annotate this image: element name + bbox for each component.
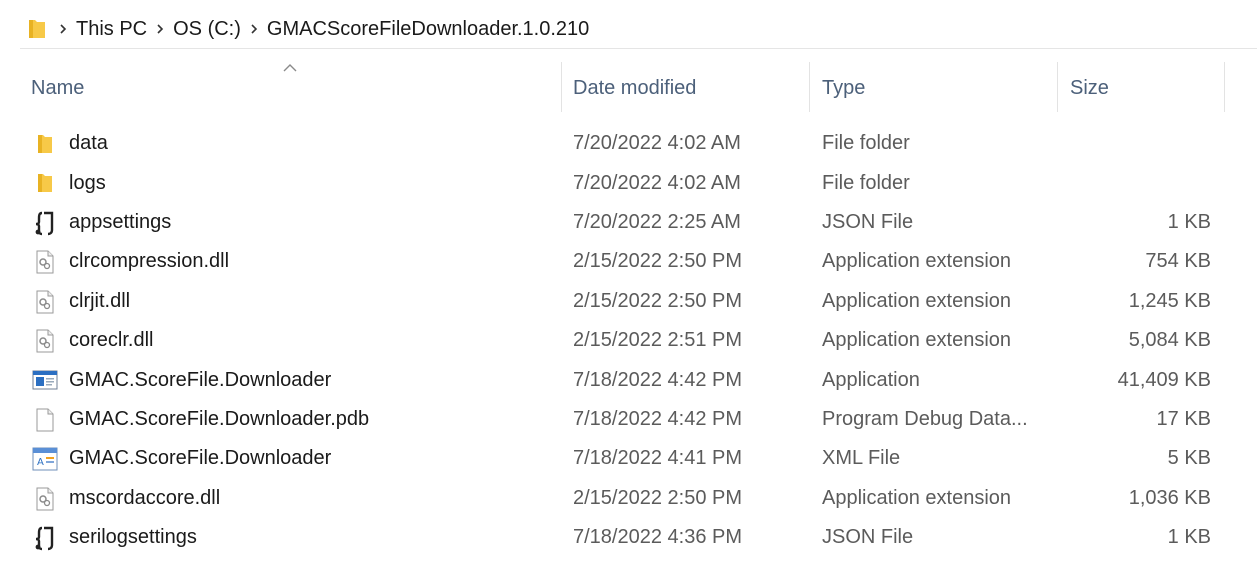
breadcrumb-current-folder[interactable]: GMACScoreFileDownloader.1.0.210 xyxy=(267,18,589,41)
dll-file-icon xyxy=(32,248,58,276)
file-date-modified: 7/18/2022 4:42 PM xyxy=(573,407,743,430)
column-header-row: Name Date modified Type Size xyxy=(20,60,1257,116)
file-size: 1 KB xyxy=(1167,210,1211,233)
file-size: 1 KB xyxy=(1167,526,1211,549)
file-row[interactable]: A GMAC.ScoreFile.Downloader 7/18/2022 4:41… xyxy=(0,439,1257,478)
file-date-modified: 7/18/2022 4:36 PM xyxy=(573,526,743,549)
file-type: Program Debug Data... xyxy=(822,407,1028,430)
xml-file-icon: A xyxy=(32,445,58,473)
file-name: appsettings xyxy=(69,210,172,233)
file-date-modified: 2/15/2022 2:50 PM xyxy=(573,486,743,509)
address-bar[interactable]: This PC OS (C:) GMACScoreFileDownloader.… xyxy=(20,10,1257,49)
file-date-modified: 2/15/2022 2:50 PM xyxy=(573,289,743,312)
chevron-right-icon[interactable] xyxy=(241,23,267,35)
json-file-icon xyxy=(32,524,58,552)
file-type: File folder xyxy=(822,132,910,155)
folder-icon xyxy=(24,14,50,44)
folder-icon xyxy=(32,169,58,197)
file-name: clrcompression.dll xyxy=(69,250,230,273)
file-row[interactable]: mscordaccore.dll 2/15/2022 2:50 PM Applica… xyxy=(0,479,1257,518)
breadcrumb-this-pc[interactable]: This PC xyxy=(76,18,147,41)
file-row[interactable]: logs 7/20/2022 4:02 AM File folder xyxy=(0,163,1257,202)
chevron-right-icon[interactable] xyxy=(147,23,173,35)
svg-text:A: A xyxy=(37,457,44,468)
file-row[interactable]: appsettings 7/20/2022 2:25 AM JSON File 1 K… xyxy=(0,203,1257,242)
file-name: clrjit.dll xyxy=(69,289,131,312)
file-list: data 7/20/2022 4:02 AM File folder logs 7/20… xyxy=(0,124,1257,557)
file-name: serilogsettings xyxy=(69,526,197,549)
file-size: 5 KB xyxy=(1167,447,1211,470)
column-header-type[interactable]: Type xyxy=(822,60,865,116)
file-name: coreclr.dll xyxy=(69,329,154,352)
file-date-modified: 2/15/2022 2:50 PM xyxy=(573,250,743,273)
file-size: 754 KB xyxy=(1145,250,1211,273)
file-type: Application extension xyxy=(822,329,1012,352)
file-row[interactable]: GMAC.ScoreFile.Downloader.pdb 7/18/2022 4… xyxy=(0,400,1257,439)
folder-icon xyxy=(32,130,58,158)
column-divider[interactable] xyxy=(1224,62,1225,112)
json-file-icon xyxy=(32,209,58,237)
file-size: 5,084 KB xyxy=(1128,329,1211,352)
breadcrumb-os-c[interactable]: OS (C:) xyxy=(173,18,241,41)
file-type: Application extension xyxy=(822,486,1012,509)
file-date-modified: 7/20/2022 4:02 AM xyxy=(573,132,741,155)
column-header-date-modified[interactable]: Date modified xyxy=(573,60,696,116)
file-type: JSON File xyxy=(822,210,914,233)
file-row[interactable]: clrcompression.dll 2/15/2022 2:50 PM Appli… xyxy=(0,242,1257,281)
chevron-right-icon[interactable] xyxy=(50,23,76,35)
file-date-modified: 7/18/2022 4:42 PM xyxy=(573,368,743,391)
file-type: Application xyxy=(822,368,920,391)
file-name: GMAC.ScoreFile.Downloader xyxy=(69,368,332,391)
file-size: 41,409 KB xyxy=(1117,368,1211,391)
file-size: 17 KB xyxy=(1156,407,1211,430)
file-type: File folder xyxy=(822,171,910,194)
column-header-name[interactable]: Name xyxy=(31,60,84,116)
file-name: GMAC.ScoreFile.Downloader xyxy=(69,447,332,470)
file-date-modified: 7/20/2022 2:25 AM xyxy=(573,210,741,233)
dll-file-icon xyxy=(32,288,58,316)
dll-file-icon xyxy=(32,327,58,355)
file-type: Application extension xyxy=(822,289,1012,312)
file-row[interactable]: coreclr.dll 2/15/2022 2:51 PM Application … xyxy=(0,321,1257,360)
file-date-modified: 7/18/2022 4:41 PM xyxy=(573,447,743,470)
dll-file-icon xyxy=(32,485,58,513)
file-name: GMAC.ScoreFile.Downloader.pdb xyxy=(69,407,370,430)
file-type: JSON File xyxy=(822,526,914,549)
file-size: 1,036 KB xyxy=(1128,486,1211,509)
file-row[interactable]: data 7/20/2022 4:02 AM File folder xyxy=(0,124,1257,163)
application-icon xyxy=(32,366,58,394)
file-row[interactable]: clrjit.dll 2/15/2022 2:50 PM Application e… xyxy=(0,282,1257,321)
column-divider[interactable] xyxy=(1057,62,1058,112)
file-date-modified: 2/15/2022 2:51 PM xyxy=(573,329,743,352)
file-size: 1,245 KB xyxy=(1128,289,1211,312)
blank-file-icon xyxy=(32,406,58,434)
file-row[interactable]: serilogsettings 7/18/2022 4:36 PM JSON Fil… xyxy=(0,518,1257,557)
column-header-size[interactable]: Size xyxy=(1070,60,1109,116)
sort-ascending-icon xyxy=(282,60,298,78)
file-type: XML File xyxy=(822,447,901,470)
file-name: mscordaccore.dll xyxy=(69,486,221,509)
file-row[interactable]: GMAC.ScoreFile.Downloader 7/18/2022 4:42 … xyxy=(0,360,1257,399)
column-divider[interactable] xyxy=(809,62,810,112)
file-date-modified: 7/20/2022 4:02 AM xyxy=(573,171,741,194)
file-name: data xyxy=(69,132,108,155)
file-type: Application extension xyxy=(822,250,1012,273)
file-name: logs xyxy=(69,171,106,194)
column-divider[interactable] xyxy=(561,62,562,112)
